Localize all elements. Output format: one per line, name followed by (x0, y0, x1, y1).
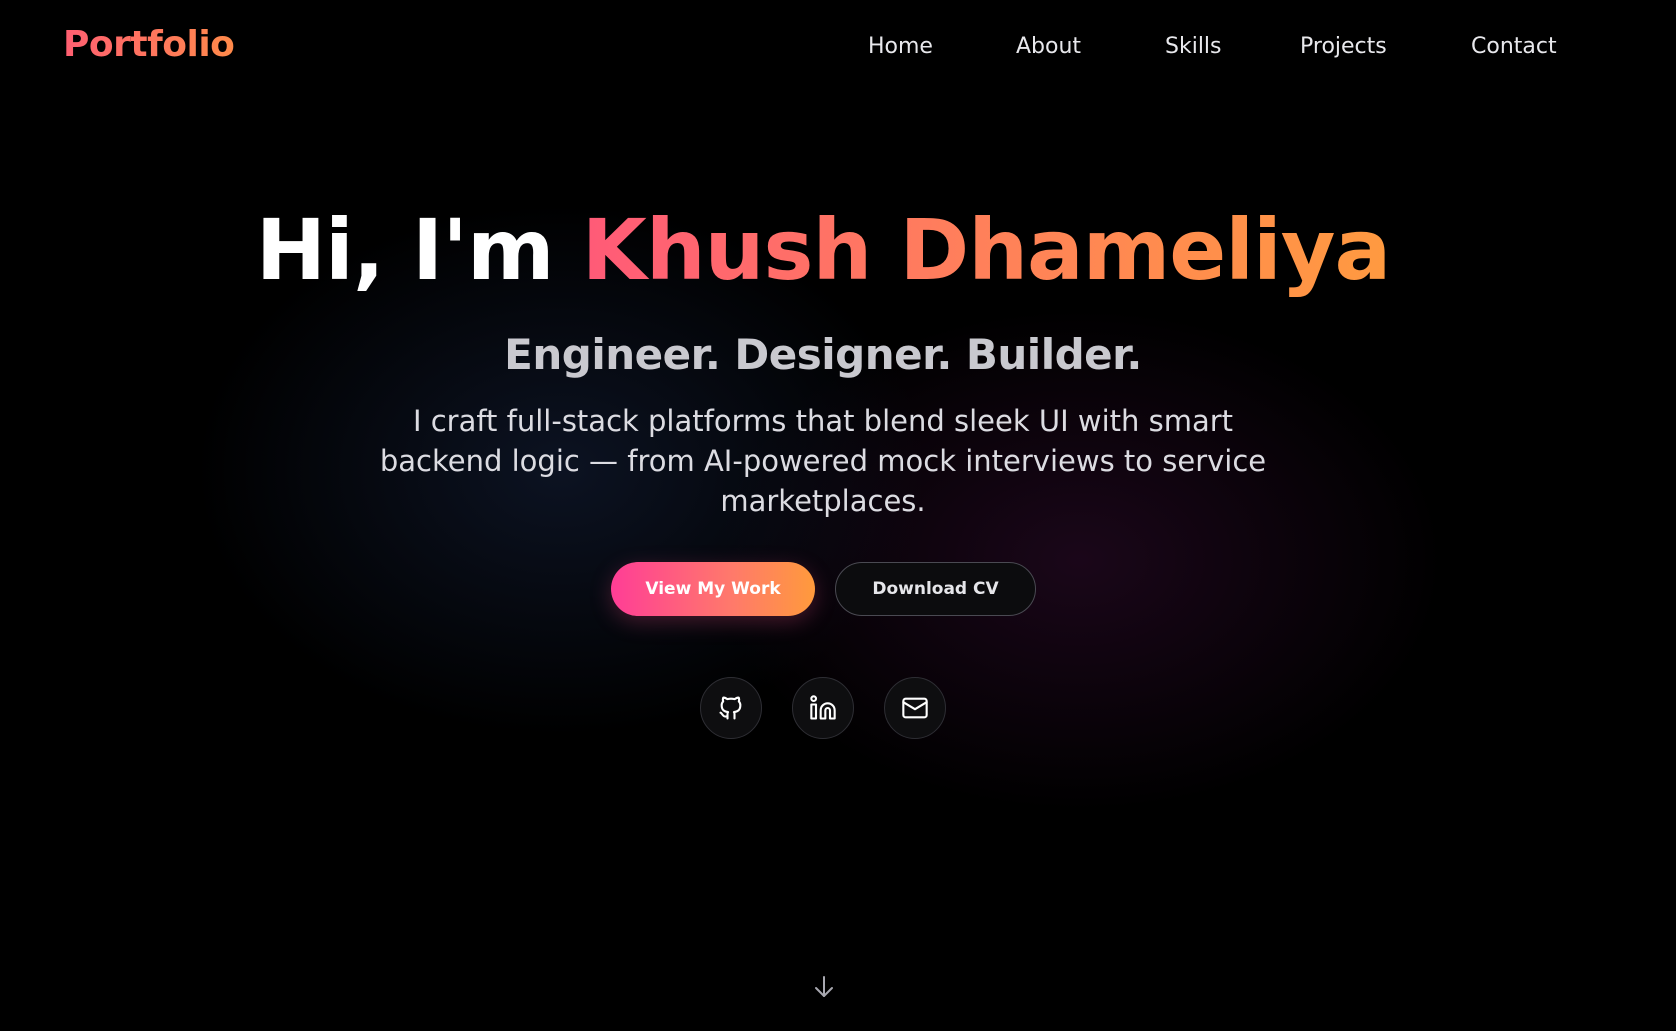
hero-greeting: Hi, I'm (255, 201, 555, 299)
nav-contact[interactable]: Contact (1471, 34, 1557, 59)
nav-skills[interactable]: Skills (1165, 34, 1222, 59)
arrow-down-icon (815, 976, 833, 997)
hero-name: Khush Dhameliya (581, 201, 1391, 299)
github-icon (719, 696, 742, 720)
linkedin-link[interactable] (792, 677, 854, 739)
github-link[interactable] (700, 677, 762, 739)
mail-icon (902, 697, 928, 719)
email-link[interactable] (884, 677, 946, 739)
view-my-work-button[interactable]: View My Work (611, 562, 815, 616)
linkedin-icon (810, 695, 836, 720)
scroll-down-button[interactable] (812, 974, 836, 1000)
download-cv-button[interactable]: Download CV (835, 562, 1036, 616)
main-nav: Home About Skills Projects Contact (0, 34, 1676, 66)
hero-subtitle: Engineer. Designer. Builder. (504, 330, 1142, 379)
page: Portfolio Home About Skills Projects Con… (0, 0, 1676, 1031)
hero-description: I craft full-stack platforms that blend … (379, 404, 1267, 518)
nav-about[interactable]: About (1016, 34, 1081, 59)
hero-title: Hi, I'm Khush Dhameliya (0, 204, 1646, 296)
nav-projects[interactable]: Projects (1300, 34, 1387, 59)
nav-home[interactable]: Home (868, 34, 933, 59)
